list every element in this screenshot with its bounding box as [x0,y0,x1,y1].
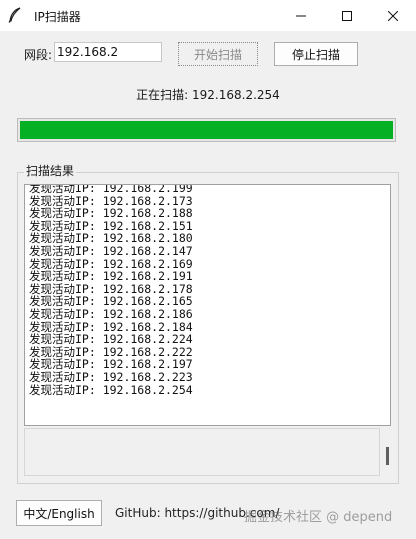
result-line: 发现活动IP: 192.168.2.224 [29,332,193,347]
minimize-icon [296,15,306,16]
maximize-button[interactable] [324,0,370,31]
results-scrollbar-track[interactable] [24,428,380,476]
window-title: IP扫描器 [34,10,81,24]
segment-input[interactable] [54,42,162,62]
result-line: 发现活动IP: 192.168.2.147 [29,243,193,258]
segment-label: 网段: [24,48,53,62]
scan-status: 正在扫描: 192.168.2.254 [136,88,280,102]
title-bar: IP扫描器 [0,0,416,31]
result-line: 发现活动IP: 192.168.2.191 [29,269,193,284]
progress-fill [20,121,393,139]
results-textbox[interactable]: 发现活动IP: 192.168.2.199 发现活动IP: 192.168.2.1… [24,184,391,426]
start-scan-button[interactable]: 开始扫描 [178,42,258,66]
results-list: 发现活动IP: 192.168.2.199 发现活动IP: 192.168.2.1… [29,184,193,397]
scan-progress-bar [17,118,396,142]
scrollbar-thumb[interactable] [386,447,389,465]
close-button[interactable] [370,0,416,31]
stop-scan-button[interactable]: 停止扫描 [274,42,358,66]
app-window: IP扫描器 网段: 开始扫描 停止扫描 正在扫描: 192.168.2.254 … [0,0,416,539]
close-icon [388,10,398,21]
results-label: 扫描结果 [24,162,77,179]
result-line: 发现活动IP: 192.168.2.223 [29,369,193,384]
watermark-text: 掘金技术社区 @ depend [244,510,393,525]
result-line: 发现活动IP: 192.168.2.188 [29,206,193,221]
result-line: 发现活动IP: 192.168.2.186 [29,306,193,321]
feather-icon [8,7,22,23]
result-line: 发现活动IP: 192.168.2.254 [29,382,193,397]
maximize-icon [342,10,352,21]
result-line: 发现活动IP: 192.168.2.199 [29,184,193,195]
language-toggle-button[interactable]: 中文/English [16,500,102,526]
minimize-button[interactable] [278,0,324,31]
